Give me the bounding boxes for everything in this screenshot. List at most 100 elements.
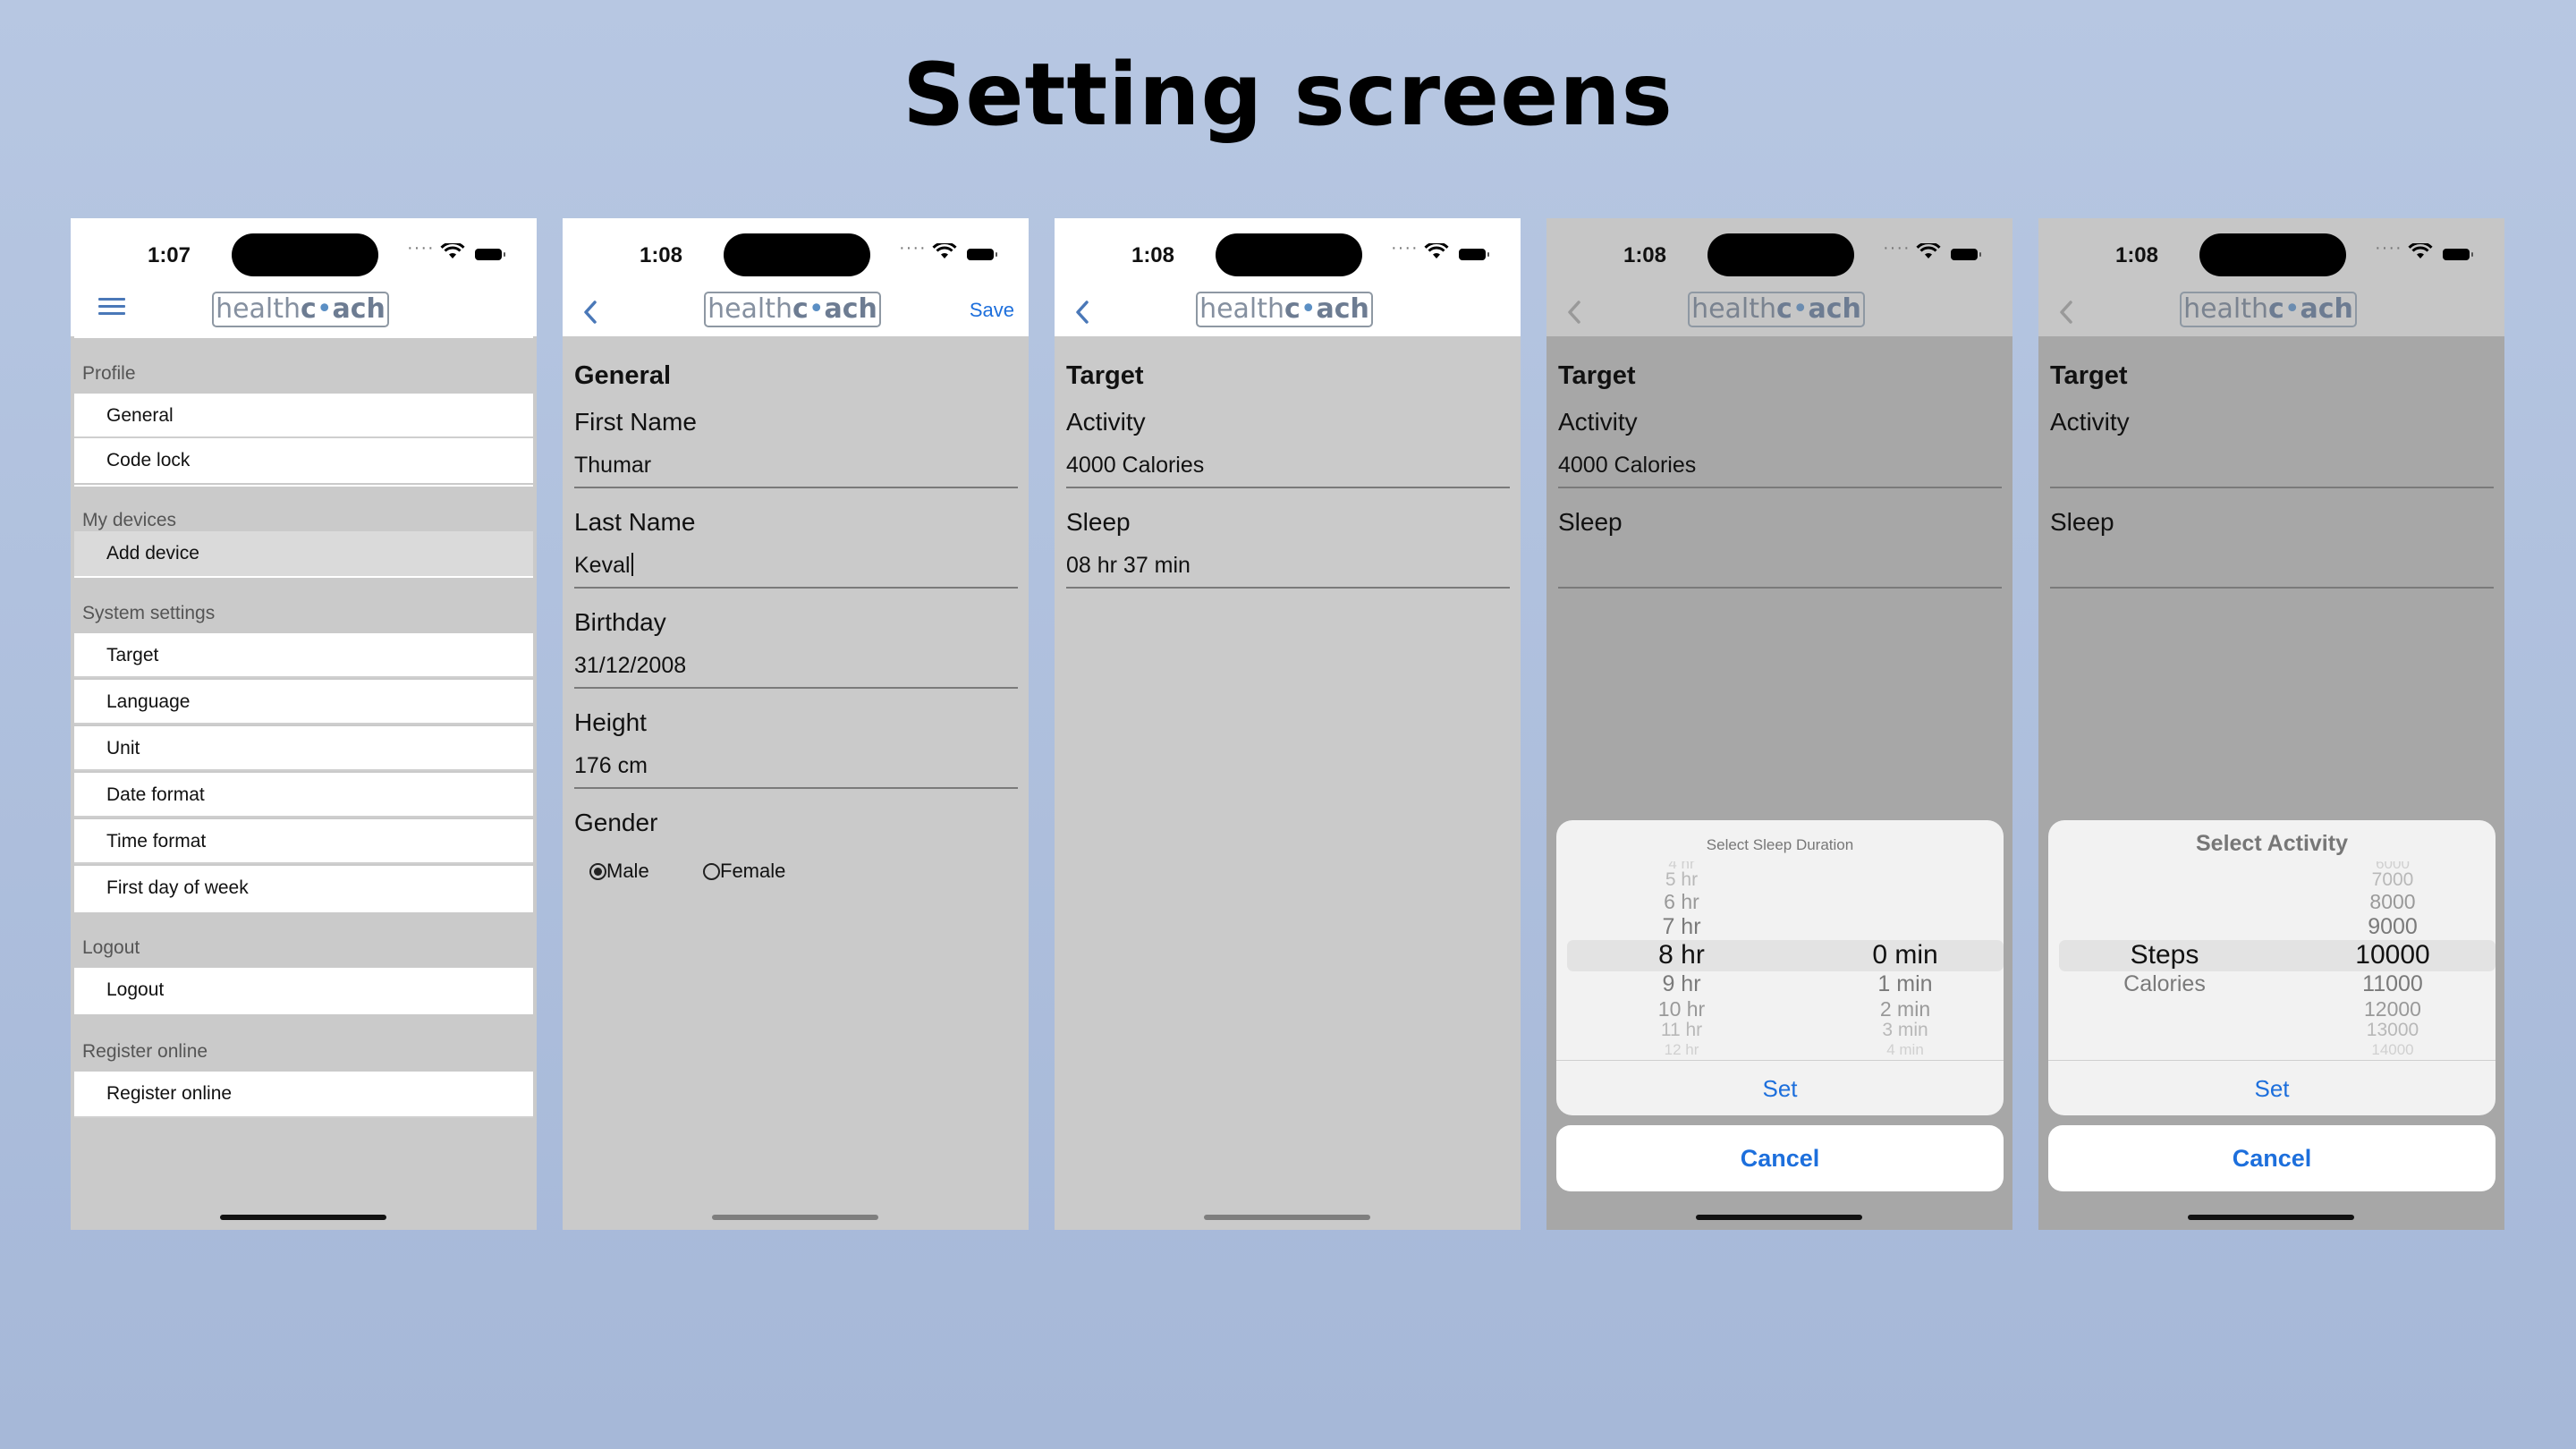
first-name-field[interactable]: Thumar bbox=[574, 453, 651, 479]
picker-type[interactable]: Calories bbox=[2102, 970, 2227, 997]
picker-hour[interactable]: 9 hr bbox=[1628, 970, 1735, 997]
status-time: 1:08 bbox=[1623, 243, 1667, 267]
picker-value[interactable]: 8000 bbox=[2326, 888, 2460, 915]
status-bar: 1:08 ···· bbox=[2038, 218, 2504, 286]
cellular-signal-icon: ···· bbox=[1883, 238, 1911, 258]
wifi-icon bbox=[2408, 243, 2433, 258]
section-header-my-devices: My devices bbox=[74, 485, 533, 533]
picker-minute[interactable]: 1 min bbox=[1834, 970, 1977, 997]
page-title: Setting screens bbox=[902, 45, 1674, 145]
section-header-profile: Profile bbox=[74, 336, 533, 395]
set-button[interactable]: Set bbox=[1556, 1062, 2004, 1115]
sleep-field[interactable]: 08 hr 37 min bbox=[1066, 553, 1191, 579]
activity-field[interactable]: 4000 Calories bbox=[1066, 453, 1204, 479]
cellular-signal-icon: ···· bbox=[407, 238, 435, 258]
menu-item-first-day-of-week[interactable]: First day of week bbox=[74, 866, 533, 911]
target-screen: 1:08 ···· healthc•ach Target Activity 40… bbox=[1055, 218, 1521, 1230]
home-indicator bbox=[712, 1215, 878, 1220]
picker-minute-selected[interactable]: 0 min bbox=[1834, 942, 1977, 969]
sleep-label: Sleep bbox=[1066, 508, 1131, 536]
back-chevron-icon bbox=[2060, 301, 2072, 324]
cancel-button[interactable]: Cancel bbox=[2048, 1125, 2496, 1191]
height-field[interactable]: 176 cm bbox=[574, 753, 648, 779]
menu-item-code-lock[interactable]: Code lock bbox=[74, 438, 533, 483]
general-profile-screen: 1:08 ···· healthc•ach Save General First… bbox=[563, 218, 1029, 1230]
back-chevron-icon[interactable] bbox=[580, 297, 600, 327]
menu-item-general[interactable]: General bbox=[74, 394, 533, 438]
picker-value[interactable]: 14000 bbox=[2326, 1037, 2460, 1060]
status-bar: 1:07 ···· bbox=[71, 218, 537, 286]
height-underline bbox=[574, 787, 1018, 789]
birthday-underline bbox=[574, 687, 1018, 689]
nav-bar: healthc•ach bbox=[1055, 286, 1521, 336]
battery-icon bbox=[1951, 249, 1981, 260]
picker-hour[interactable]: 6 hr bbox=[1628, 888, 1735, 915]
section-header-register-online: Register online bbox=[74, 1013, 533, 1073]
battery-icon bbox=[2443, 249, 2473, 260]
birthday-field[interactable]: 31/12/2008 bbox=[574, 653, 686, 679]
sheet-title: Select Sleep Duration bbox=[1706, 836, 1854, 853]
gender-radio-female[interactable]: Female bbox=[703, 860, 785, 883]
menu-item-time-format[interactable]: Time format bbox=[74, 819, 533, 864]
activity-picker[interactable]: Steps Calories 6000 7000 8000 9000 10000… bbox=[2048, 861, 2496, 1060]
save-button[interactable]: Save bbox=[970, 299, 1014, 322]
settings-menu-screen: 1:07 ···· healthc•ach Profile General Co… bbox=[71, 218, 537, 1230]
text-cursor bbox=[631, 553, 633, 576]
sleep-duration-picker[interactable]: 4 hr 5 hr 6 hr 7 hr 8 hr 9 hr 10 hr 11 h… bbox=[1556, 861, 2004, 1060]
wifi-icon bbox=[1424, 243, 1449, 258]
menu-item-target[interactable]: Target bbox=[74, 633, 533, 678]
home-indicator bbox=[220, 1215, 386, 1220]
menu-item-logout[interactable]: Logout bbox=[74, 968, 533, 1013]
last-name-underline bbox=[574, 587, 1018, 589]
dynamic-island bbox=[724, 233, 870, 276]
picker-value-selected[interactable]: 10000 bbox=[2326, 942, 2460, 969]
wifi-icon bbox=[932, 243, 957, 258]
activity-label: Activity bbox=[1066, 408, 1146, 436]
picker-minute[interactable]: 4 min bbox=[1834, 1037, 1977, 1060]
menu-item-register-online[interactable]: Register online bbox=[74, 1072, 533, 1118]
menu-item-unit[interactable]: Unit bbox=[74, 726, 533, 771]
first-name-underline bbox=[574, 487, 1018, 488]
nav-bar: healthc•ach bbox=[2038, 286, 2504, 336]
sleep-underline bbox=[1066, 587, 1510, 589]
home-indicator bbox=[2188, 1215, 2354, 1220]
target-form: Target Activity 4000 Calories Sleep 08 h… bbox=[1055, 336, 1521, 1230]
nav-bar: healthc•ach bbox=[71, 286, 537, 336]
cancel-button[interactable]: Cancel bbox=[1556, 1125, 2004, 1191]
menu-item-date-format[interactable]: Date format bbox=[74, 773, 533, 818]
last-name-field[interactable]: Keval bbox=[574, 553, 633, 579]
status-time: 1:08 bbox=[1131, 243, 1175, 267]
form-heading: General bbox=[574, 361, 671, 390]
radio-unselected-icon bbox=[703, 863, 720, 880]
sheet-divider bbox=[2048, 1060, 2496, 1061]
hamburger-menu-icon[interactable] bbox=[98, 298, 125, 316]
picker-hour[interactable]: 7 hr bbox=[1628, 913, 1735, 940]
healthcoach-logo: healthc•ach bbox=[1196, 292, 1373, 327]
gender-label: Gender bbox=[574, 809, 658, 836]
activity-label: Activity bbox=[2050, 408, 2130, 436]
picker-value[interactable]: 11000 bbox=[2326, 970, 2460, 997]
sleep-duration-sheet: Select Sleep Duration 4 hr 5 hr 6 hr 7 h… bbox=[1556, 820, 2004, 1115]
picker-hour[interactable]: 12 hr bbox=[1628, 1037, 1735, 1060]
status-time: 1:08 bbox=[2114, 243, 2159, 267]
activity-underline bbox=[2050, 487, 2494, 488]
set-button[interactable]: Set bbox=[2048, 1062, 2496, 1115]
gender-radio-male[interactable]: Male bbox=[589, 860, 649, 883]
status-bar: 1:08 ···· bbox=[1055, 218, 1521, 286]
home-indicator bbox=[1204, 1215, 1370, 1220]
picker-value[interactable]: 9000 bbox=[2326, 913, 2460, 940]
back-chevron-icon[interactable] bbox=[1072, 297, 1092, 327]
activity-label: Activity bbox=[1558, 408, 1638, 436]
dynamic-island bbox=[2199, 233, 2346, 276]
picker-type-selected[interactable]: Steps bbox=[2102, 942, 2227, 969]
section-header-logout: Logout bbox=[74, 911, 533, 970]
settings-list: Profile General Code lock My devices Add… bbox=[71, 336, 537, 1230]
sleep-underline bbox=[2050, 587, 2494, 589]
sleep-label: Sleep bbox=[2050, 508, 2114, 536]
section-header-system-settings: System settings bbox=[74, 576, 533, 635]
menu-item-language[interactable]: Language bbox=[74, 680, 533, 724]
picker-hour-selected[interactable]: 8 hr bbox=[1628, 942, 1735, 969]
menu-item-add-device[interactable]: Add device bbox=[74, 531, 533, 576]
wifi-icon bbox=[1916, 243, 1941, 258]
dynamic-island bbox=[1216, 233, 1362, 276]
